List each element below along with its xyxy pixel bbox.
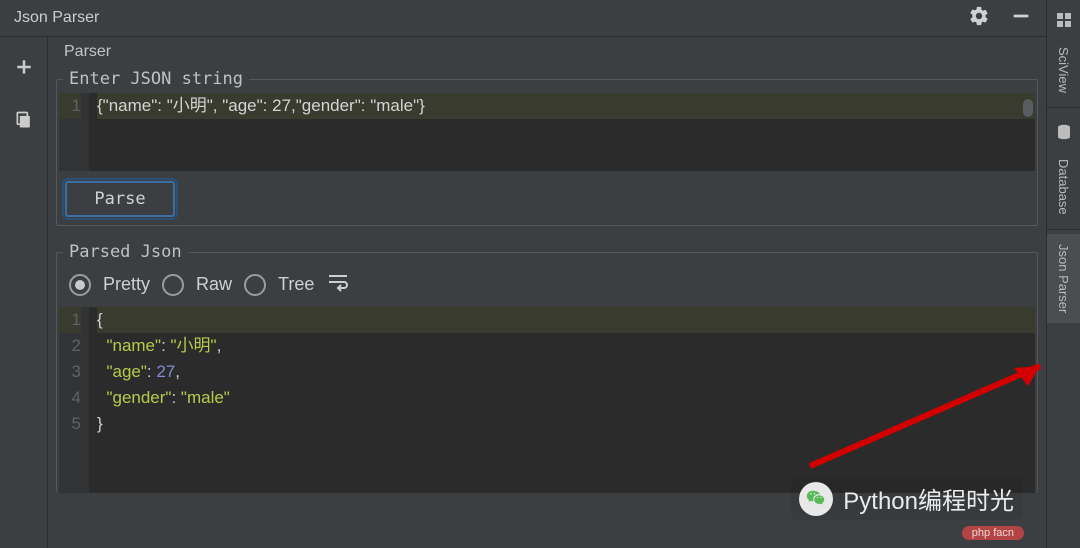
view-mode-row: Pretty Raw Tree xyxy=(59,266,1035,307)
radio-pretty-label[interactable]: Pretty xyxy=(103,274,150,295)
sidebar-label-sciview: SciView xyxy=(1056,41,1071,99)
sidebar-tab-database[interactable]: Database xyxy=(1047,112,1080,225)
radio-tree[interactable] xyxy=(244,274,266,296)
radio-raw[interactable] xyxy=(162,274,184,296)
code-line: { xyxy=(97,307,1035,333)
copy-icon[interactable] xyxy=(14,110,34,135)
divider xyxy=(1047,229,1080,230)
line-number: 2 xyxy=(59,333,81,359)
watermark-wechat: Python编程时光 xyxy=(791,477,1022,520)
right-sidebar: SciView Database Json Parser xyxy=(1046,0,1080,548)
window-title: Json Parser xyxy=(14,9,99,27)
line-number: 1 xyxy=(59,93,81,119)
line-number: 3 xyxy=(59,359,81,385)
code-line: "gender": "male" xyxy=(97,385,1035,411)
input-panel: Enter JSON string 1 {"name": "小明", "age"… xyxy=(56,69,1038,226)
code-line: } xyxy=(97,411,1035,437)
divider xyxy=(1047,107,1080,108)
output-legend: Parsed Json xyxy=(63,242,188,262)
panel-tab-parser[interactable]: Parser xyxy=(56,37,1038,67)
json-output-editor[interactable]: 12345 { "name": "小明", "age": 27, "gender… xyxy=(59,307,1035,493)
code-line: "name": "小明", xyxy=(97,333,1035,359)
sidebar-label-json-parser: Json Parser xyxy=(1056,238,1071,319)
add-icon[interactable] xyxy=(14,57,34,82)
input-legend: Enter JSON string xyxy=(63,69,249,89)
line-number: 4 xyxy=(59,385,81,411)
grid-icon xyxy=(1056,4,1072,41)
code-line: "age": 27, xyxy=(97,359,1035,385)
sidebar-label-database: Database xyxy=(1056,153,1071,221)
wrap-icon[interactable] xyxy=(326,272,350,297)
title-bar: Json Parser xyxy=(0,0,1046,36)
radio-raw-label[interactable]: Raw xyxy=(196,274,232,295)
db-icon xyxy=(1056,116,1072,153)
json-input-line[interactable]: {"name": "小明", "age": 27,"gender": "male… xyxy=(97,93,1035,119)
sidebar-tab-sciview[interactable]: SciView xyxy=(1047,0,1080,103)
line-number: 5 xyxy=(59,411,81,437)
radio-tree-label[interactable]: Tree xyxy=(278,274,314,295)
scrollbar-thumb[interactable] xyxy=(1023,99,1033,117)
output-panel: Parsed Json Pretty Raw Tree 12345 xyxy=(56,242,1038,493)
parse-button[interactable]: Parse xyxy=(65,181,175,217)
watermark-text: Python编程时光 xyxy=(843,481,1014,516)
json-input-editor[interactable]: 1 {"name": "小明", "age": 27,"gender": "ma… xyxy=(59,93,1035,171)
left-gutter xyxy=(0,37,48,548)
wechat-icon xyxy=(799,482,833,516)
radio-pretty[interactable] xyxy=(69,274,91,296)
sidebar-tab-json-parser[interactable]: Json Parser xyxy=(1047,234,1080,323)
minimize-icon[interactable] xyxy=(1010,5,1032,32)
watermark-php: php facn xyxy=(962,526,1024,540)
gear-icon[interactable] xyxy=(968,5,990,32)
line-number: 1 xyxy=(59,307,81,333)
